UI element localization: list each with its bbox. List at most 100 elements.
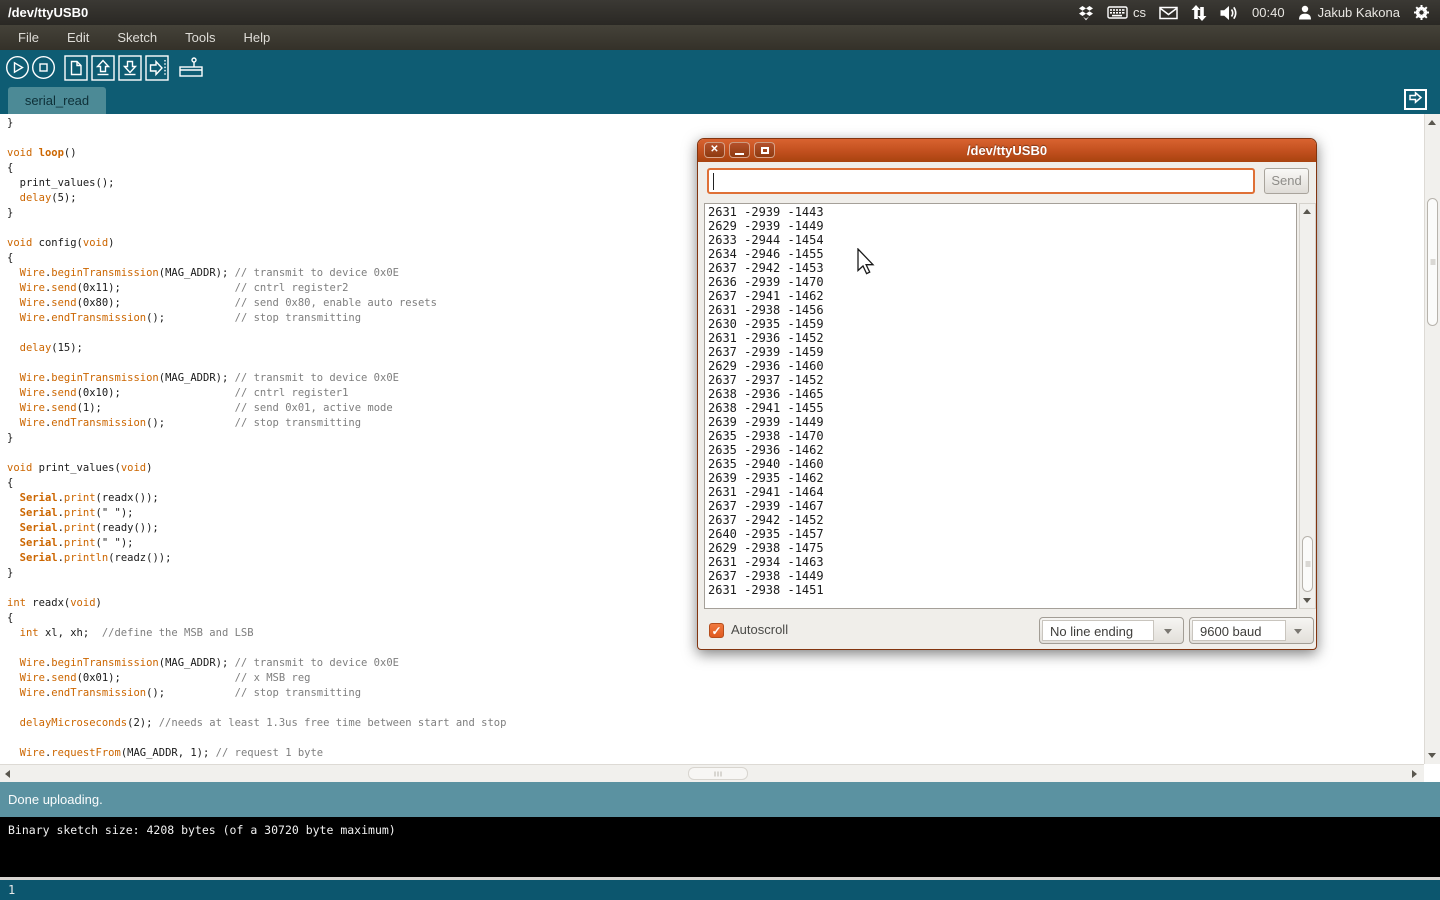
serial-output-pane[interactable]: 2631 -2939 -1443 2629 -2939 -1449 2633 -… [704, 203, 1297, 609]
desktop-top-panel: /dev/ttyUSB0 [0, 0, 1440, 25]
keyboard-layout-code[interactable]: cs [1133, 5, 1146, 20]
autoscroll-label: Autoscroll [731, 622, 788, 637]
code-line [7, 701, 506, 716]
menu-item-edit[interactable]: Edit [53, 25, 103, 50]
upload-icon [145, 55, 170, 81]
code-line [7, 731, 506, 746]
code-line: int xl, xh; //define the MSB and LSB [7, 626, 506, 641]
baud-rate-select[interactable]: 9600 baud [1189, 617, 1314, 644]
serial-vertical-scrollbar[interactable] [1299, 203, 1316, 609]
line-number-indicator: 1 [8, 880, 15, 900]
window-buttons: ✕ [704, 142, 775, 158]
arduino-ide-screen: /dev/ttyUSB0 [0, 0, 1440, 900]
upload-button[interactable] [145, 55, 170, 81]
maximize-icon [761, 147, 769, 154]
serial-monitor-icon [177, 55, 205, 81]
code-line: Serial.print(readx()); [7, 491, 506, 506]
code-line: Wire.requestFrom(MAG_ADDR, 1); // reques… [7, 746, 506, 761]
minimize-icon [735, 153, 744, 155]
mail-icon[interactable] [1159, 6, 1178, 20]
scroll-grip [1305, 561, 1310, 568]
code-line: delay(5); [7, 191, 506, 206]
code-line [7, 131, 506, 146]
code-line [7, 446, 506, 461]
verify-icon [5, 55, 30, 80]
code-line: { [7, 161, 506, 176]
serial-monitor-titlebar[interactable]: /dev/ttyUSB0 ✕ [698, 139, 1316, 162]
minimize-button[interactable] [729, 142, 750, 158]
open-icon [91, 55, 115, 81]
code-line: Wire.send(0x11); // cntrl register2 [7, 281, 506, 296]
tab-serial-read[interactable]: serial_read [8, 87, 106, 114]
editor-vscroll-thumb[interactable] [1427, 198, 1438, 326]
scroll-up-arrow-icon[interactable] [1428, 120, 1436, 125]
keyboard-layout-icon[interactable] [1107, 5, 1128, 20]
line-ending-value: No line ending [1042, 620, 1154, 641]
network-arrows-icon[interactable] [1191, 5, 1207, 21]
code-line: } [7, 566, 506, 581]
line-ending-select[interactable]: No line ending [1039, 617, 1184, 644]
code-line: Serial.print(ready()); [7, 521, 506, 536]
serial-output-text: 2631 -2939 -1443 2629 -2939 -1449 2633 -… [705, 204, 1296, 597]
save-sketch-button[interactable] [118, 55, 142, 81]
chevron-down-icon [1164, 629, 1172, 634]
serial-monitor-window: /dev/ttyUSB0 ✕ Send 2631 -2939 -1443 262… [697, 138, 1317, 650]
code-line: delay(15); [7, 341, 506, 356]
autoscroll-checkbox[interactable]: ✓ [709, 623, 724, 638]
new-sketch-button[interactable] [64, 55, 88, 81]
scroll-down-arrow-icon[interactable] [1303, 598, 1311, 603]
code-line: void config(void) [7, 236, 506, 251]
chevron-down-icon [1294, 629, 1302, 634]
code-line: Wire.endTransmission(); // stop transmit… [7, 311, 506, 326]
code-line: Wire.endTransmission(); // stop transmit… [7, 416, 506, 431]
scroll-down-arrow-icon[interactable] [1428, 753, 1436, 758]
close-icon: ✕ [710, 145, 718, 155]
serial-send-input[interactable] [707, 168, 1255, 194]
code-line: Serial.println(readz()); [7, 551, 506, 566]
open-sketch-button[interactable] [91, 55, 115, 81]
serial-monitor-button[interactable] [177, 55, 205, 81]
menu-item-help[interactable]: Help [229, 25, 284, 50]
serial-vscroll-thumb[interactable] [1302, 536, 1313, 592]
code-line: delayMicroseconds(2); //needs at least 1… [7, 716, 506, 731]
stop-button[interactable] [31, 55, 56, 80]
code-line [7, 356, 506, 371]
console-output: Binary sketch size: 4208 bytes (of a 307… [8, 823, 396, 837]
close-button[interactable]: ✕ [704, 142, 725, 158]
new-file-icon [64, 55, 88, 81]
verify-button[interactable] [5, 55, 30, 80]
ide-footer-bar: 1 [0, 880, 1440, 900]
menu-item-tools[interactable]: Tools [171, 25, 229, 50]
menu-item-sketch[interactable]: Sketch [103, 25, 171, 50]
text-caret [713, 173, 714, 190]
editor-vertical-scrollbar[interactable] [1424, 114, 1440, 764]
volume-icon[interactable] [1220, 5, 1239, 21]
code-line: Wire.endTransmission(); // stop transmit… [7, 686, 506, 701]
ide-toolbar [0, 50, 1440, 87]
scroll-right-arrow-icon[interactable] [1412, 770, 1417, 778]
send-button[interactable]: Send [1264, 168, 1309, 194]
menu-item-file[interactable]: File [4, 25, 53, 50]
code-line: } [7, 431, 506, 446]
code-line [7, 641, 506, 656]
serial-monitor-title: /dev/ttyUSB0 [698, 139, 1316, 162]
scroll-grip [1430, 259, 1435, 266]
code-line: int readx(void) [7, 596, 506, 611]
editor-tabbar: serial_read [0, 87, 1440, 114]
panel-clock[interactable]: 00:40 [1252, 5, 1285, 20]
code-line [7, 326, 506, 341]
scroll-up-arrow-icon[interactable] [1303, 209, 1311, 214]
panel-username[interactable]: Jakub Kakona [1318, 5, 1400, 20]
code-line: { [7, 476, 506, 491]
session-gear-icon[interactable] [1413, 4, 1430, 21]
tab-menu-arrow-icon [1408, 91, 1423, 109]
maximize-button[interactable] [754, 142, 775, 158]
editor-hscroll-thumb[interactable] [688, 767, 748, 780]
tab-menu-button[interactable] [1404, 89, 1427, 110]
dropbox-icon[interactable] [1078, 5, 1094, 21]
editor-horizontal-scrollbar[interactable] [0, 764, 1424, 782]
serial-monitor-controls: ✓ Autoscroll No line ending 9600 baud [698, 614, 1316, 650]
menubar-items: FileEditSketchToolsHelp [0, 25, 1440, 50]
scroll-left-arrow-icon[interactable] [5, 770, 10, 778]
baud-rate-value: 9600 baud [1192, 620, 1286, 641]
